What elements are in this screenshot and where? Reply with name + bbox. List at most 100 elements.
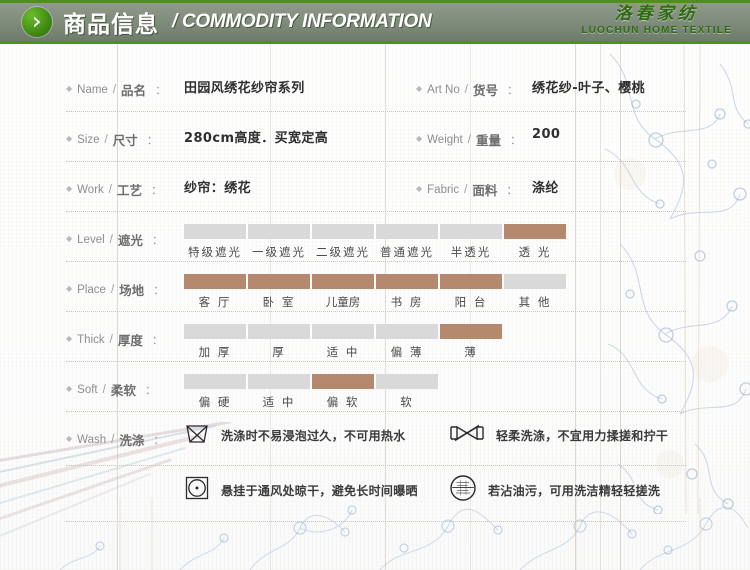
scale-option-label: 适 中 <box>326 345 360 359</box>
scale-option[interactable]: 适 中 <box>248 374 310 410</box>
bullet-diamond-icon: ◆ <box>66 183 73 193</box>
scale-option[interactable]: 儿童房 <box>312 274 374 310</box>
spec-label-cn: 重量 <box>475 133 501 148</box>
scale-option[interactable]: 薄 <box>440 324 502 360</box>
label-slash: / <box>104 133 108 146</box>
spec-label-wash: ◆ Wash / 洗涤 ： <box>66 412 184 449</box>
spec-label-en: Work <box>77 183 104 196</box>
scale-option[interactable]: 加 厚 <box>184 324 246 360</box>
scale-option[interactable]: 半透光 <box>440 224 502 260</box>
scale-option-label: 阳 台 <box>454 295 488 309</box>
commodity-information-page: 商品信息 / COMMODITY INFORMATION 洛春家纺 LUOCHU… <box>0 0 750 570</box>
spec-label-cn: 工艺 <box>116 183 142 198</box>
table-row-wash-2: 悬挂于通风处晾干，避免长时间曝晒 若沾油污，可用洗洁精轻轻搓洗 <box>66 466 686 522</box>
scale-option-label: 儿童房 <box>325 295 361 309</box>
scale-option[interactable]: 适 中 <box>312 324 374 360</box>
scale-option[interactable]: 卧 室 <box>248 274 310 310</box>
spec-label-cn: 洗涤 <box>119 433 145 448</box>
table-row-soft: ◆ Soft / 柔软 ： 偏 硬 适 中 偏 软 软 <box>66 362 686 412</box>
scale-option[interactable]: 书 房 <box>376 274 438 310</box>
scale-option[interactable]: 偏 软 <box>312 374 374 410</box>
soft-scale: 偏 硬 适 中 偏 软 软 <box>184 362 686 410</box>
spec-label-cn: 货号 <box>472 83 498 98</box>
scale-option-label: 一级遮光 <box>252 245 306 259</box>
care-instruction: 若沾油污，可用洗洁精轻轻搓洗 <box>449 474 660 507</box>
spec-label-cn: 品名 <box>121 83 147 98</box>
scale-option[interactable]: 客 厅 <box>184 274 246 310</box>
scale-swatch <box>312 324 374 339</box>
label-slash: / <box>464 183 468 196</box>
scale-option[interactable]: 厚 <box>248 324 310 360</box>
scale-option-label: 偏 硬 <box>198 395 232 409</box>
table-row-place: ◆ Place / 场地 ： 客 厅 卧 室 儿童房 书 房 阳 台 其 他 <box>66 262 686 312</box>
care-instruction-text: 轻柔洗涤，不宜用力揉搓和拧干 <box>496 429 669 443</box>
header-title-en: / COMMODITY INFORMATION <box>172 11 432 32</box>
scale-option[interactable]: 二级遮光 <box>312 224 374 260</box>
scale-swatch-selected <box>504 224 566 239</box>
spec-label-level: ◆ Level / 遮光 ： <box>66 212 184 249</box>
scale-option-label: 其 他 <box>518 295 552 309</box>
bullet-diamond-icon: ◆ <box>66 383 73 393</box>
bullet-diamond-icon: ◆ <box>416 83 423 93</box>
dry-clean-circle-icon <box>449 474 477 507</box>
scale-option[interactable]: 软 <box>376 374 438 410</box>
label-slash: / <box>112 83 117 96</box>
no-wring-crossed-icon <box>449 423 485 448</box>
spec-label-cn: 柔软 <box>110 383 136 398</box>
level-scale: 特级遮光 一级遮光 二级遮光 普通遮光 半透光 透 光 <box>184 212 686 260</box>
label-slash: / <box>102 383 106 396</box>
spec-label-en: Place <box>77 283 106 296</box>
scale-option[interactable]: 阳 台 <box>440 274 502 310</box>
scale-swatch-selected <box>376 274 438 289</box>
spec-label-en: Size <box>77 133 100 146</box>
spec-label-cn: 场地 <box>119 283 145 298</box>
care-instruction-text: 洗涤时不易浸泡过久，不可用热水 <box>221 429 406 443</box>
table-row-thick: ◆ Thick / 厚度 ： 加 厚 厚 适 中 偏 薄 薄 <box>66 312 686 362</box>
spec-value-weight: 200 <box>532 127 561 142</box>
bullet-diamond-icon: ◆ <box>416 183 423 193</box>
scale-swatch <box>376 324 438 339</box>
care-instructions-row-1: 洗涤时不易浸泡过久，不可用热水 轻柔洗涤，不宜用力揉搓和拧干 <box>184 412 686 451</box>
bullet-diamond-icon: ◆ <box>66 333 73 343</box>
care-instruction-text: 悬挂于通风处晾干，避免长时间曝晒 <box>221 484 418 498</box>
scale-option-label: 透 光 <box>518 245 552 259</box>
scale-option[interactable]: 其 他 <box>504 274 566 310</box>
brand-logo: 洛春家纺 LUOCHUN HOME TEXTILE <box>581 6 732 36</box>
scale-option[interactable]: 一级遮光 <box>248 224 310 260</box>
scale-option-label: 薄 <box>464 345 478 359</box>
label-colon: ： <box>506 84 519 97</box>
table-row-wash: ◆ Wash / 洗涤 ： 洗涤时不易浸泡过久，不可用热水 轻柔洗涤，不宜用力揉… <box>66 412 686 466</box>
scale-option-label: 特级遮光 <box>188 245 242 259</box>
spec-label-cn: 尺寸 <box>112 133 138 148</box>
brand-name-en: LUOCHUN HOME TEXTILE <box>581 25 732 36</box>
spec-label-en: Art No <box>427 83 460 96</box>
scale-option[interactable]: 透 光 <box>504 224 566 260</box>
bullet-diamond-icon: ◆ <box>416 133 423 143</box>
table-row: ◆ Work / 工艺 ： 纱帘：绣花 ◆ Fabric / 面料 ： 涤纶 <box>66 162 686 212</box>
scale-option[interactable]: 特级遮光 <box>184 224 246 260</box>
spec-label-place: ◆ Place / 场地 ： <box>66 262 184 299</box>
scale-option[interactable]: 偏 薄 <box>376 324 438 360</box>
scale-option-label: 半透光 <box>450 245 492 259</box>
chevron-right-icon <box>22 7 52 37</box>
scale-option-label: 偏 薄 <box>390 345 424 359</box>
spec-value-work: 纱帘：绣花 <box>184 181 252 196</box>
scale-swatch <box>248 374 310 389</box>
scale-option-label: 客 厅 <box>198 295 232 309</box>
scale-option-label: 适 中 <box>262 395 296 409</box>
spec-label-soft: ◆ Soft / 柔软 ： <box>66 362 184 399</box>
bullet-diamond-icon: ◆ <box>66 283 73 293</box>
scale-swatch-selected <box>440 274 502 289</box>
spec-label-work: ◆ Work / 工艺 ： <box>66 162 184 199</box>
spec-label-en: Thick <box>77 333 105 346</box>
table-row: ◆ Size / 尺寸 ： 280cm高度．买宽定高 ◆ Weight / 重量… <box>66 112 686 162</box>
scale-option[interactable]: 偏 硬 <box>184 374 246 410</box>
scale-swatch <box>376 374 438 389</box>
spec-label-en: Level <box>77 233 105 246</box>
scale-option[interactable]: 普通遮光 <box>376 224 438 260</box>
bullet-diamond-icon: ◆ <box>66 83 73 93</box>
spec-label-thick: ◆ Thick / 厚度 ： <box>66 312 184 349</box>
scale-swatch <box>184 224 246 239</box>
care-instruction: 悬挂于通风处晾干，避免长时间曝晒 <box>184 475 449 506</box>
spec-label-en: Name <box>77 83 108 96</box>
